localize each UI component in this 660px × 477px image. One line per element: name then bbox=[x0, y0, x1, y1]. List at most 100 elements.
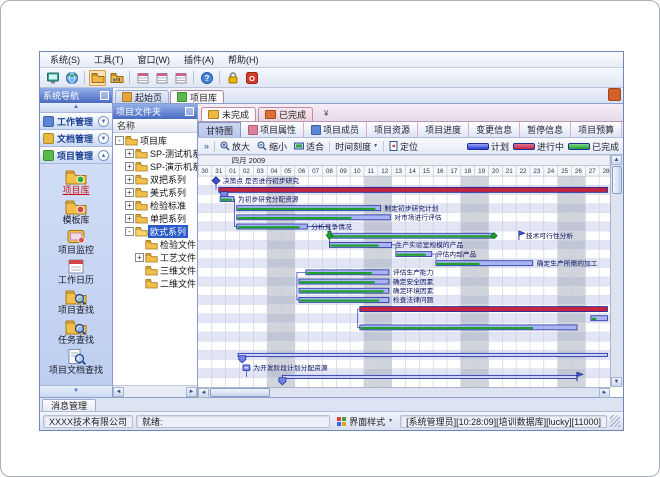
tree-item[interactable]: +单把系列 bbox=[113, 212, 197, 225]
tree-column-header[interactable]: 名称 bbox=[113, 119, 197, 133]
menu-item-3[interactable]: 插件(A) bbox=[178, 52, 220, 67]
scroll-right-icon[interactable]: ► bbox=[186, 387, 197, 397]
report-calendar-icon-2[interactable] bbox=[153, 70, 170, 86]
gantt-day-label: 07 bbox=[312, 168, 320, 175]
nav-project-search[interactable]: 项目查找 bbox=[40, 288, 112, 315]
system-icon[interactable] bbox=[44, 70, 61, 86]
report-calendar-icon-1[interactable] bbox=[134, 70, 151, 86]
gantt-horizontal-scrollbar[interactable]: ◄ ► bbox=[198, 387, 610, 397]
scrollbar-thumb[interactable] bbox=[612, 166, 622, 194]
tree-item[interactable]: +双把系列 bbox=[113, 173, 197, 186]
scroll-left-icon[interactable]: ◄ bbox=[113, 387, 124, 397]
nav-collapse-button[interactable]: ▲ bbox=[40, 103, 112, 113]
start-page-icon[interactable] bbox=[89, 70, 106, 86]
tree-item[interactable]: -欧式系列 bbox=[113, 225, 197, 238]
time-scale-dropdown[interactable]: 时间刻度 ▼ bbox=[333, 140, 380, 153]
tree-item[interactable]: +SP-测试机系 bbox=[113, 147, 197, 160]
view-properties[interactable]: 项目属性 bbox=[241, 122, 304, 137]
tab-start-page[interactable]: 起始页 bbox=[115, 90, 169, 103]
gantt-chart[interactable]: 四月 2009303101020304050607080910111213141… bbox=[198, 155, 610, 387]
tab-completed[interactable]: 已完成 bbox=[258, 107, 313, 121]
tree-horizontal-scrollbar[interactable]: ◄ ► bbox=[113, 385, 197, 397]
view-budget[interactable]: 项目预算 bbox=[571, 122, 622, 137]
web-icon[interactable] bbox=[63, 70, 80, 86]
tabs-more-button[interactable]: ¥ bbox=[321, 109, 331, 118]
gantt-task-label: 对市场进行评估 bbox=[394, 213, 442, 222]
chevron-down-icon[interactable]: ▼ bbox=[98, 116, 109, 127]
gantt-bar-progress bbox=[397, 254, 426, 256]
collapse-icon[interactable]: - bbox=[115, 136, 124, 145]
scroll-up-icon[interactable]: ▲ bbox=[611, 155, 622, 165]
tab-unfinished[interactable]: 未完成 bbox=[201, 107, 256, 121]
folder-icon bbox=[135, 148, 148, 159]
fit-button[interactable]: 适合 bbox=[292, 140, 326, 153]
view-pauses[interactable]: 暂停信息 bbox=[520, 122, 571, 137]
tree-item[interactable]: +SP-演示机系 bbox=[113, 160, 197, 173]
tree-item[interactable]: 检验文件 bbox=[113, 238, 197, 251]
chevron-down-icon[interactable]: ▼ bbox=[98, 133, 109, 144]
tree-item[interactable]: +美式系列 bbox=[113, 186, 197, 199]
nav-project-library[interactable]: 项目库 bbox=[40, 168, 112, 195]
view-gantt[interactable]: 甘特图 bbox=[198, 122, 241, 137]
expand-icon[interactable]: + bbox=[125, 214, 134, 223]
view-members[interactable]: 项目成员 bbox=[304, 122, 367, 137]
zoom-out-button[interactable]: 缩小 bbox=[255, 140, 289, 153]
menu-item-0[interactable]: 系统(S) bbox=[44, 52, 86, 67]
nav-project-doc-search[interactable]: 项目文档查找 bbox=[40, 348, 112, 375]
expand-icon[interactable]: + bbox=[125, 188, 134, 197]
tree-item[interactable]: 三维文件 bbox=[113, 264, 197, 277]
gantt-bar-summary[interactable] bbox=[238, 353, 607, 356]
gantt-legend: 计划进行中已完成 bbox=[467, 140, 619, 153]
resize-grip[interactable] bbox=[610, 415, 620, 427]
report-calendar-icon-3[interactable] bbox=[172, 70, 189, 86]
view-progress[interactable]: 项目进度 bbox=[418, 122, 469, 137]
expand-icon[interactable]: + bbox=[125, 149, 134, 158]
nav-overflow-button[interactable]: ▼ bbox=[40, 385, 112, 397]
nav-task-search[interactable]: 任务查找 bbox=[40, 318, 112, 345]
locate-button[interactable]: 定位 bbox=[387, 140, 420, 153]
scroll-left-icon[interactable]: ◄ bbox=[198, 388, 209, 398]
message-management-tab[interactable]: 消息管理 bbox=[42, 399, 96, 411]
group-document-management[interactable]: 文档管理▼ bbox=[40, 130, 112, 147]
scrollbar-thumb[interactable] bbox=[210, 388, 270, 397]
tree-item[interactable]: +工艺文件 bbox=[113, 251, 197, 264]
toolbar-overflow-chevron[interactable]: » bbox=[202, 141, 211, 151]
chevron-up-icon[interactable]: ▲ bbox=[98, 150, 109, 161]
gantt-bar-inprogress[interactable] bbox=[360, 307, 608, 312]
expand-icon[interactable]: + bbox=[125, 201, 134, 210]
view-resources[interactable]: 项目资源 bbox=[367, 122, 418, 137]
nav-template-library[interactable]: 模板库 bbox=[40, 198, 112, 225]
project-library-icon[interactable] bbox=[108, 70, 125, 86]
collapse-icon[interactable]: - bbox=[125, 227, 134, 236]
zoom-in-button[interactable]: 放大 bbox=[218, 140, 252, 153]
menu-item-2[interactable]: 窗口(W) bbox=[132, 52, 177, 67]
menu-item-1[interactable]: 工具(T) bbox=[88, 52, 130, 67]
interface-style-button[interactable]: 界面样式 ▼ bbox=[333, 415, 397, 428]
tab-project-library[interactable]: 项目库 bbox=[170, 90, 224, 103]
gantt-vertical-scrollbar[interactable]: ▲ ▼ bbox=[610, 155, 623, 387]
scroll-right-icon[interactable]: ► bbox=[599, 388, 610, 398]
monitor-glyph bbox=[46, 71, 60, 85]
expand-icon[interactable]: + bbox=[125, 175, 134, 184]
group-project-management[interactable]: 项目管理▲ bbox=[40, 147, 112, 164]
tree-item[interactable]: -项目库 bbox=[113, 134, 197, 147]
gantt-bar-summary[interactable] bbox=[282, 375, 577, 378]
lock-icon[interactable] bbox=[224, 70, 241, 86]
gantt-bar-inprogress[interactable] bbox=[219, 187, 608, 192]
expand-icon[interactable]: + bbox=[135, 253, 144, 262]
tree-item[interactable]: 二维文件 bbox=[113, 277, 197, 290]
statusbar: XXXX技术有限公司 就绪: 界面样式 ▼ [系统管理员][10:28:09][… bbox=[40, 411, 623, 430]
menu-item-4[interactable]: 帮助(H) bbox=[222, 52, 265, 67]
tree-item[interactable]: +检验标准 bbox=[113, 199, 197, 212]
scroll-down-icon[interactable]: ▼ bbox=[611, 377, 622, 387]
group-work-management[interactable]: 工作管理▼ bbox=[40, 113, 112, 130]
pin-icon[interactable] bbox=[100, 91, 109, 100]
help-icon[interactable]: ? bbox=[198, 70, 215, 86]
exit-icon[interactable]: O bbox=[243, 70, 260, 86]
tab-close-button[interactable] bbox=[608, 88, 621, 101]
view-changes[interactable]: 变更信息 bbox=[469, 122, 520, 137]
nav-work-calendar[interactable]: 工作日历 bbox=[40, 258, 112, 285]
expand-icon[interactable]: + bbox=[125, 162, 134, 171]
nav-project-monitor[interactable]: 项目监控 bbox=[40, 228, 112, 255]
pin-icon[interactable] bbox=[185, 107, 194, 116]
